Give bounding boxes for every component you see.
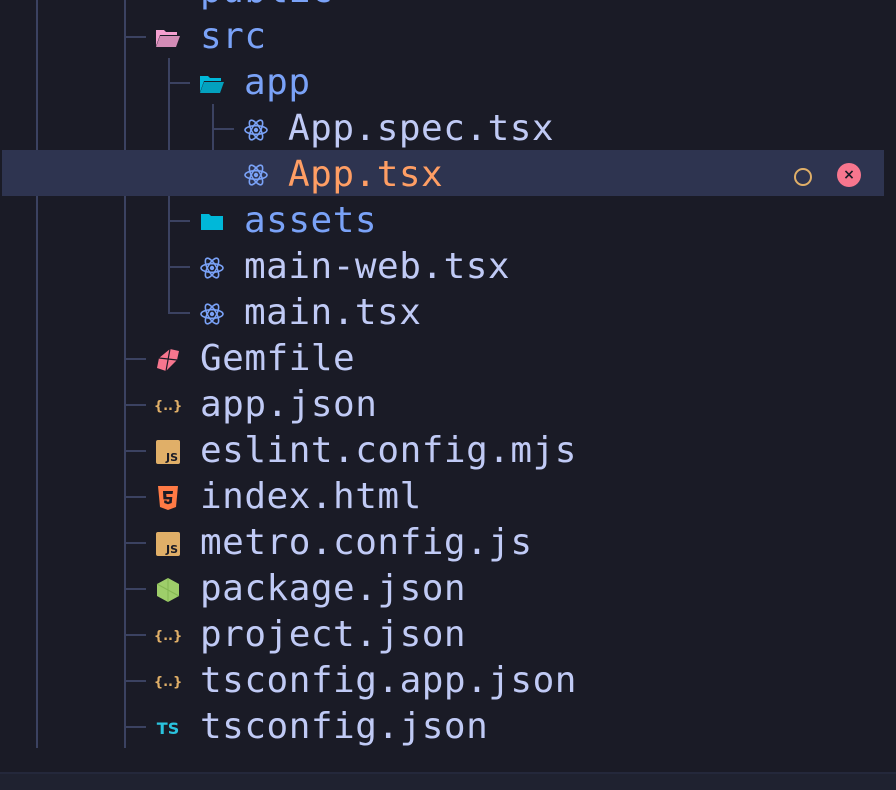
file-explorer-tree: public src app App.spec.tsx App.tsx ×	[0, 0, 896, 790]
tree-item-label: project.json	[200, 614, 467, 655]
folder-open-icon	[155, 25, 181, 51]
typescript-icon: TS	[156, 718, 180, 738]
json-icon: {..}	[153, 398, 183, 414]
javascript-icon: JS	[155, 439, 181, 465]
tree-item-label: public	[200, 0, 333, 14]
tree-item-public[interactable]: public	[0, 0, 882, 14]
folder-open-icon	[199, 71, 225, 97]
tree-item-app-spec-tsx[interactable]: App.spec.tsx	[0, 106, 882, 152]
tree-item-assets[interactable]: assets	[0, 198, 882, 244]
tree-item-label: App.spec.tsx	[288, 108, 555, 149]
ruby-icon	[155, 347, 181, 373]
react-icon	[199, 301, 225, 327]
tree-item-app-tsx[interactable]: App.tsx ×	[2, 150, 884, 196]
tree-item-label: App.tsx	[288, 154, 444, 195]
tree-item-label: tsconfig.app.json	[200, 660, 577, 701]
tree-item-label: metro.config.js	[200, 522, 533, 563]
close-button[interactable]: ×	[837, 163, 861, 187]
tree-item-package-json[interactable]: package.json	[0, 566, 882, 612]
tree-item-project-json[interactable]: {..} project.json	[0, 612, 882, 658]
horizontal-scrollbar[interactable]	[0, 772, 896, 790]
javascript-icon: JS	[155, 531, 181, 557]
tree-item-main-web-tsx[interactable]: main-web.tsx	[0, 244, 882, 290]
tree-item-index-html[interactable]: index.html	[0, 474, 882, 520]
folder-icon	[155, 0, 181, 5]
tree-item-main-tsx[interactable]: main.tsx	[0, 290, 882, 336]
tree-item-app[interactable]: app	[0, 60, 882, 106]
tree-item-label: Gemfile	[200, 338, 356, 379]
javascript-icon-text: JS	[165, 451, 178, 464]
tree-item-label: package.json	[200, 568, 467, 609]
folder-icon	[199, 209, 225, 235]
react-icon	[243, 162, 269, 188]
tree-item-metro-config-js[interactable]: JS metro.config.js	[0, 520, 882, 566]
html5-icon	[155, 485, 181, 511]
tree-item-gemfile[interactable]: Gemfile	[0, 336, 882, 382]
javascript-icon-text: JS	[165, 543, 178, 556]
json-icon: {..}	[153, 628, 183, 644]
tree-item-label: app.json	[200, 384, 378, 425]
tree-item-eslint-config-mjs[interactable]: JS eslint.config.mjs	[0, 428, 882, 474]
nodejs-icon	[155, 577, 181, 603]
tree-item-label: main.tsx	[244, 292, 422, 333]
tree-item-label: app	[244, 62, 311, 103]
tree-item-label: assets	[244, 200, 378, 241]
tree-item-tsconfig-app-json[interactable]: {..} tsconfig.app.json	[0, 658, 882, 704]
tree-item-label: index.html	[200, 476, 422, 517]
tree-item-label: main-web.tsx	[244, 246, 511, 287]
react-icon	[243, 117, 269, 143]
tree-item-src[interactable]: src	[0, 14, 882, 60]
tree-item-label: tsconfig.json	[200, 706, 489, 747]
tree-item-label: src	[200, 16, 267, 57]
tree-item-tsconfig-json[interactable]: TS tsconfig.json	[0, 704, 882, 750]
modified-indicator-icon	[794, 168, 812, 186]
tree-item-app-json[interactable]: {..} app.json	[0, 382, 882, 428]
react-icon	[199, 255, 225, 281]
tree-item-label: eslint.config.mjs	[200, 430, 577, 471]
json-icon: {..}	[153, 674, 183, 690]
